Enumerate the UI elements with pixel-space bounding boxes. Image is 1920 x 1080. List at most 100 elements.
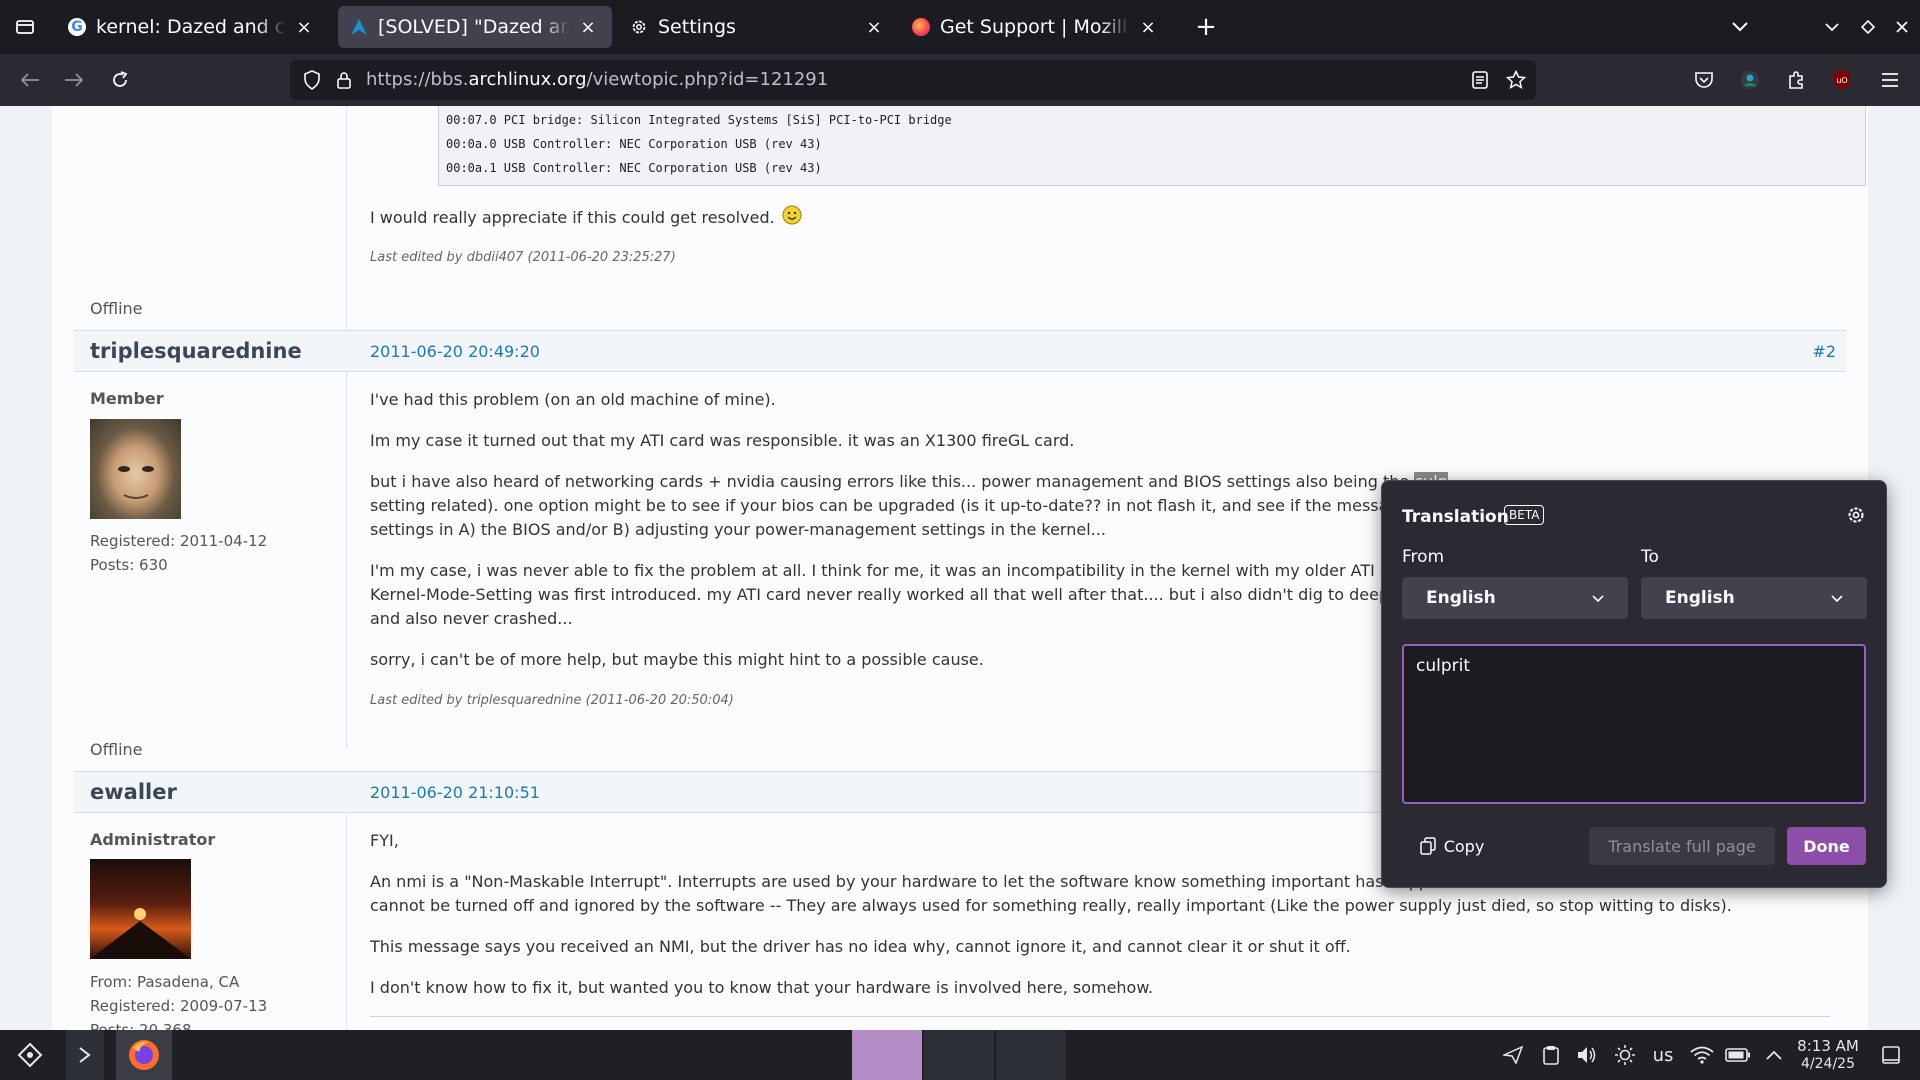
post-date[interactable]: 2011-06-20 20:49:20 bbox=[370, 342, 540, 361]
app-menu-icon[interactable] bbox=[1872, 62, 1908, 98]
to-language-select[interactable]: English bbox=[1641, 577, 1867, 619]
tab-bar: G kernel: Dazed and confused × [SOLVED] … bbox=[0, 0, 1920, 54]
account-icon[interactable] bbox=[1732, 62, 1768, 98]
from-language-select[interactable]: English bbox=[1402, 577, 1628, 619]
tab-title: Get Support | Mozilla Support bbox=[940, 16, 1130, 38]
to-language-value: English bbox=[1665, 588, 1735, 608]
tab-mozilla-support[interactable]: Get Support | Mozilla Support × bbox=[900, 6, 1172, 48]
user-location: From: Pasadena, CA bbox=[90, 973, 240, 991]
clock[interactable]: 8:13 AM 4/24/25 bbox=[1792, 1030, 1864, 1080]
translation-panel: Translation BETA From To English English… bbox=[1381, 480, 1887, 888]
post-text: sorry, i can't be of more help, but mayb… bbox=[370, 650, 984, 669]
tab-settings[interactable]: Settings × bbox=[618, 6, 898, 48]
status-offline: Offline bbox=[90, 299, 143, 318]
post-text: I don't know how to fix it, but wanted y… bbox=[370, 978, 1154, 997]
post-count: Posts: 630 bbox=[90, 556, 168, 574]
author-name[interactable]: triplesquarednine bbox=[90, 339, 302, 363]
keyboard-layout-indicator[interactable]: us bbox=[1648, 1030, 1678, 1080]
settings-gear-icon[interactable] bbox=[1838, 497, 1874, 533]
forward-icon[interactable] bbox=[56, 62, 92, 98]
beta-badge: BETA bbox=[1504, 505, 1545, 525]
clipboard-icon[interactable] bbox=[1536, 1030, 1566, 1080]
code-line: 00:07.0 PCI bridge: Silicon Integrated S… bbox=[446, 113, 952, 127]
copy-icon bbox=[1419, 837, 1436, 855]
close-icon[interactable]: × bbox=[862, 15, 886, 39]
translation-text-area[interactable]: culprit bbox=[1402, 644, 1866, 804]
post-text: Im my case it turned out that my ATI car… bbox=[370, 431, 1075, 450]
from-label: From bbox=[1402, 547, 1445, 567]
tab-title: [SOLVED] "Dazed and confused" bbox=[378, 16, 570, 38]
post-text: I'm my case, i was never able to fix the… bbox=[370, 561, 1448, 580]
translate-full-page-button[interactable]: Translate full page bbox=[1589, 827, 1775, 865]
post-count: Posts: 20,368 bbox=[90, 1021, 192, 1030]
arch-logo-icon bbox=[350, 18, 368, 36]
extensions-icon[interactable] bbox=[1778, 62, 1814, 98]
code-line: 00:0a.0 USB Controller: NEC Corporation … bbox=[446, 137, 822, 151]
panel-title: Translation bbox=[1402, 507, 1509, 527]
tab-kernel[interactable]: G kernel: Dazed and confused × bbox=[56, 6, 328, 48]
virtual-desktop-3[interactable] bbox=[996, 1030, 1066, 1080]
shield-icon[interactable] bbox=[294, 62, 330, 98]
clock-time: 8:13 AM bbox=[1797, 1037, 1859, 1055]
window-maximize-icon[interactable] bbox=[1850, 9, 1886, 45]
post-text: I've had this problem (on an old machine… bbox=[370, 390, 776, 409]
post-date[interactable]: 2011-06-20 21:10:51 bbox=[370, 783, 540, 802]
signature-divider bbox=[370, 1016, 1830, 1017]
system-taskbar: us 8:13 AM 4/24/25 bbox=[0, 1030, 1920, 1080]
to-label: To bbox=[1641, 547, 1659, 567]
chevron-down-icon bbox=[1831, 577, 1843, 619]
wifi-icon[interactable] bbox=[1686, 1030, 1718, 1080]
url-text[interactable]: https://bbs.archlinux.org/viewtopic.php?… bbox=[366, 60, 828, 100]
close-icon[interactable]: × bbox=[1136, 15, 1160, 39]
chevron-down-icon bbox=[1592, 577, 1604, 619]
post-text: settings in A) the BIOS and/or B) adjust… bbox=[370, 520, 1106, 539]
close-icon[interactable]: × bbox=[576, 15, 600, 39]
post-number[interactable]: #2 bbox=[1812, 342, 1836, 361]
url-bar[interactable]: https://bbs.archlinux.org/viewtopic.php?… bbox=[290, 60, 1536, 100]
back-icon[interactable] bbox=[12, 62, 48, 98]
post-text: setting related). one option might be to… bbox=[370, 496, 1442, 515]
author-name[interactable]: ewaller bbox=[90, 780, 177, 804]
volume-icon[interactable] bbox=[1572, 1030, 1602, 1080]
virtual-desktop-1[interactable] bbox=[852, 1030, 922, 1080]
user-role: Member bbox=[90, 389, 164, 408]
window-close-icon[interactable] bbox=[1884, 9, 1920, 45]
pocket-icon[interactable] bbox=[1686, 62, 1722, 98]
copy-label: Copy bbox=[1443, 836, 1485, 856]
google-icon: G bbox=[68, 18, 86, 36]
post-text: FYI, bbox=[370, 831, 399, 850]
svg-text:uO: uO bbox=[1836, 76, 1847, 85]
tab-solved[interactable]: [SOLVED] "Dazed and confused" × bbox=[338, 6, 612, 48]
post-divider bbox=[346, 813, 347, 1030]
tray-expand-icon[interactable] bbox=[1760, 1030, 1788, 1080]
smile-icon bbox=[782, 205, 802, 232]
gear-icon bbox=[630, 18, 648, 36]
terminal-icon[interactable] bbox=[66, 1030, 104, 1080]
send-icon[interactable] bbox=[1498, 1030, 1528, 1080]
battery-icon[interactable] bbox=[1722, 1030, 1754, 1080]
show-desktop-icon[interactable] bbox=[1876, 1030, 1906, 1080]
close-icon[interactable]: × bbox=[292, 15, 316, 39]
bookmark-star-icon[interactable] bbox=[1498, 62, 1534, 98]
virtual-desktop-2[interactable] bbox=[924, 1030, 994, 1080]
firefox-view-icon[interactable] bbox=[7, 9, 43, 45]
reload-icon[interactable] bbox=[102, 62, 138, 98]
tab-title: Settings bbox=[658, 16, 736, 38]
post-text: and also never crashed... bbox=[370, 609, 573, 628]
new-tab-button[interactable]: + bbox=[1188, 9, 1224, 45]
brightness-icon[interactable] bbox=[1610, 1030, 1640, 1080]
copy-button[interactable]: Copy bbox=[1402, 827, 1502, 865]
app-launcher-icon[interactable] bbox=[10, 1030, 50, 1080]
ublock-origin-icon[interactable]: uO bbox=[1824, 62, 1860, 98]
post-header: triplesquarednine 2011-06-20 20:49:20 #2 bbox=[74, 330, 1846, 372]
clock-date: 4/24/25 bbox=[1801, 1056, 1855, 1072]
avatar bbox=[90, 859, 191, 959]
registered-date: Registered: 2009-07-13 bbox=[90, 997, 268, 1015]
firefox-taskbar-icon[interactable] bbox=[116, 1030, 172, 1080]
reader-view-icon[interactable] bbox=[1462, 62, 1498, 98]
registered-date: Registered: 2011-04-12 bbox=[90, 532, 268, 550]
done-button[interactable]: Done bbox=[1787, 827, 1866, 865]
window-minimize-icon[interactable] bbox=[1814, 9, 1850, 45]
lock-icon[interactable] bbox=[326, 62, 362, 98]
list-all-tabs-icon[interactable] bbox=[1722, 9, 1758, 45]
